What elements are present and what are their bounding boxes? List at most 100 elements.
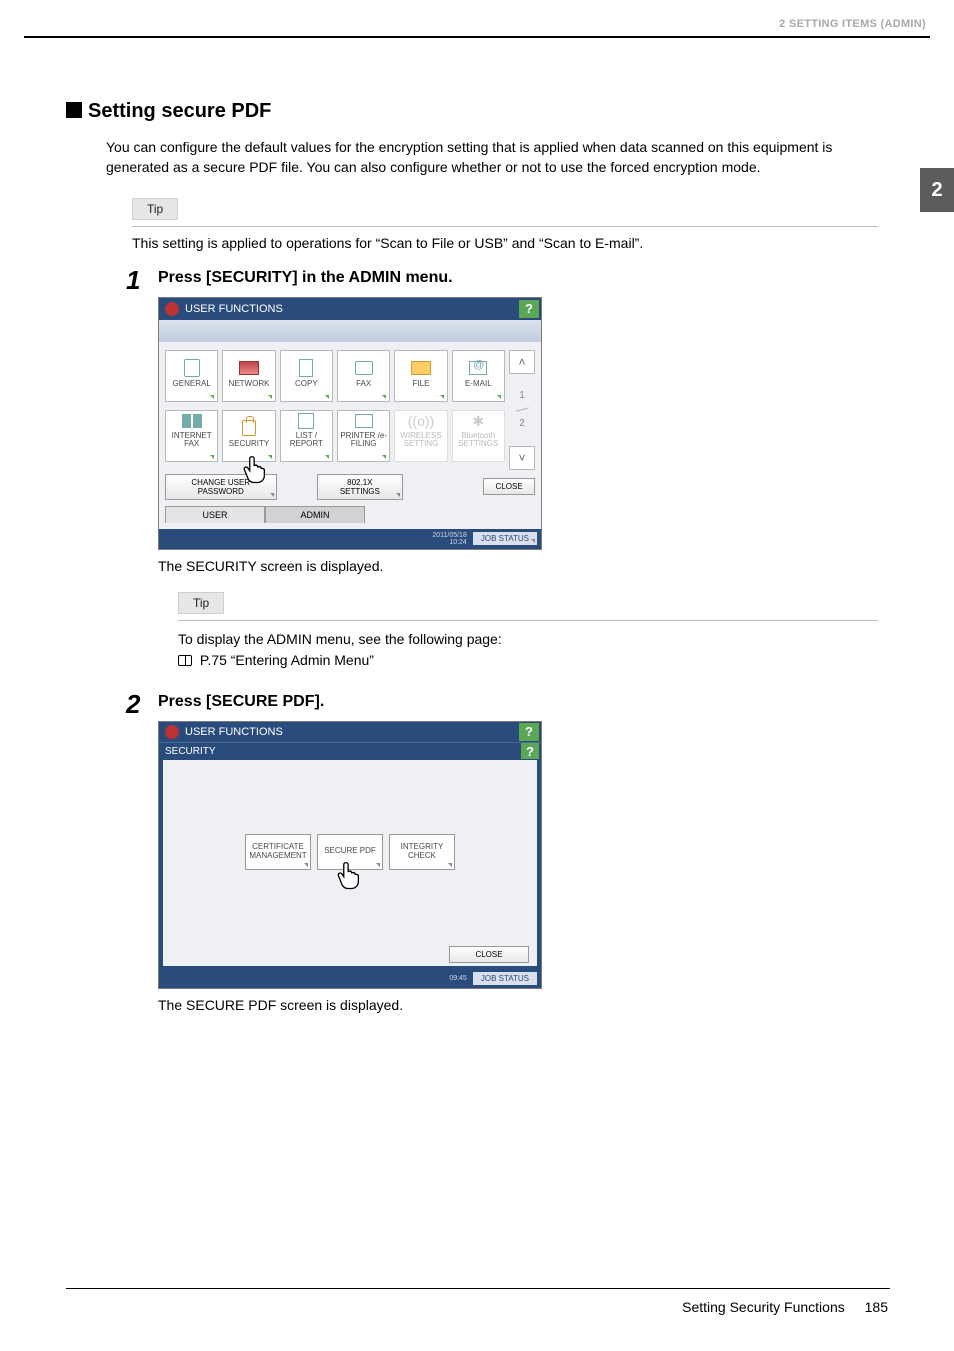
close-button[interactable]: CLOSE bbox=[483, 478, 535, 495]
printer-icon bbox=[355, 414, 373, 428]
screenshot-2: USER FUNCTIONS ? SECURITY ? CERTIFICATE … bbox=[158, 721, 886, 989]
job-status-button[interactable]: JOB STATUS bbox=[473, 972, 537, 985]
tip-label: Tip bbox=[132, 198, 178, 220]
gear-icon bbox=[165, 725, 179, 739]
list-icon bbox=[298, 413, 314, 429]
tab-user[interactable]: USER bbox=[165, 506, 265, 523]
item-label: E-MAIL bbox=[465, 380, 492, 388]
footer-section-title: Setting Security Functions bbox=[682, 1299, 845, 1315]
page-down-button[interactable]: ˅ bbox=[509, 446, 535, 470]
item-label: FILE bbox=[413, 380, 430, 388]
running-header: 2 SETTING ITEMS (ADMIN) bbox=[779, 18, 926, 30]
page-up-button[interactable]: ˄ bbox=[509, 350, 535, 374]
chevron-down-icon: ˅ bbox=[518, 451, 525, 465]
security-item-secure-pdf[interactable]: SECURE PDF bbox=[317, 834, 383, 870]
step-title: Press [SECURE PDF]. bbox=[158, 693, 886, 711]
tip-box-2: Tip bbox=[178, 592, 886, 614]
file-icon bbox=[411, 361, 431, 375]
item-label: Bluetooth SETTINGS bbox=[455, 432, 502, 449]
section-heading-text: Setting secure PDF bbox=[88, 100, 271, 122]
item-label: LIST / REPORT bbox=[283, 432, 330, 449]
admin-item-wireless: ((o))WIRELESS SETTING bbox=[394, 410, 447, 462]
admin-item-copy[interactable]: COPY bbox=[280, 350, 333, 402]
8021x-settings-button[interactable]: 802.1X SETTINGS bbox=[317, 474, 404, 500]
admin-item-fax[interactable]: FAX bbox=[337, 350, 390, 402]
admin-item-file[interactable]: FILE bbox=[394, 350, 447, 402]
tip-label: Tip bbox=[178, 592, 224, 614]
step-after-text: The SECURE PDF screen is displayed. bbox=[158, 997, 886, 1013]
ifax-icon bbox=[182, 414, 202, 428]
ss2-bottom-bar: CLOSE bbox=[159, 944, 541, 970]
ss1-row-2: INTERNET FAX SECURITY LIST / REPORT PRIN… bbox=[165, 410, 505, 462]
page-footer: Setting Security Functions 185 bbox=[682, 1299, 888, 1315]
tip-separator-2 bbox=[178, 620, 878, 621]
admin-item-list-report[interactable]: LIST / REPORT bbox=[280, 410, 333, 462]
section-heading: Setting secure PDF bbox=[66, 100, 886, 123]
change-user-password-button[interactable]: CHANGE USER PASSWORD bbox=[165, 474, 277, 500]
datetime: 09:45 bbox=[449, 975, 467, 982]
item-label: FAX bbox=[356, 380, 371, 388]
item-label: INTERNET FAX bbox=[168, 432, 215, 449]
datetime: 2011/05/1810:24 bbox=[432, 532, 467, 546]
close-button[interactable]: CLOSE bbox=[449, 946, 529, 963]
step-after-text: The SECURITY screen is displayed. bbox=[158, 558, 886, 574]
copy-icon bbox=[299, 359, 313, 377]
item-label: SECURE PDF bbox=[324, 847, 376, 856]
ss1-body: GENERAL NETWORK COPY FAX FILE E-MAIL INT… bbox=[159, 342, 541, 529]
email-icon bbox=[469, 361, 487, 375]
admin-item-security[interactable]: SECURITY bbox=[222, 410, 275, 462]
item-label: COPY bbox=[295, 380, 318, 388]
ss2-body: CERTIFICATE MANAGEMENT SECURE PDF INTEGR… bbox=[159, 760, 541, 944]
item-label: PRINTER /e-FILING bbox=[340, 432, 387, 449]
tip-text: This setting is applied to operations fo… bbox=[132, 235, 886, 251]
square-bullet-icon bbox=[66, 102, 82, 118]
ss2-footer: 09:45 JOB STATUS bbox=[159, 970, 541, 988]
item-label: NETWORK bbox=[229, 380, 270, 388]
bluetooth-icon: ✱ bbox=[472, 414, 484, 429]
admin-item-email[interactable]: E-MAIL bbox=[452, 350, 505, 402]
ss1-footer: 2011/05/1810:24 JOB STATUS bbox=[159, 529, 541, 549]
page-indicator: 1 2 bbox=[509, 378, 535, 442]
step-number: 2 bbox=[126, 689, 140, 720]
help-icon[interactable]: ? bbox=[519, 300, 539, 318]
book-icon bbox=[178, 655, 192, 666]
tip2-line2: P.75 “Entering Admin Menu” bbox=[196, 652, 374, 668]
help-icon[interactable]: ? bbox=[521, 743, 539, 759]
tip-text-2: To display the ADMIN menu, see the follo… bbox=[178, 629, 886, 671]
job-status-button[interactable]: JOB STATUS bbox=[473, 532, 537, 545]
chevron-up-icon: ˄ bbox=[518, 355, 525, 369]
button-label: JOB STATUS bbox=[481, 974, 529, 983]
tip-separator bbox=[132, 226, 878, 227]
item-label: SECURITY bbox=[229, 440, 269, 448]
step-2: 2 Press [SECURE PDF]. USER FUNCTIONS ? S… bbox=[66, 693, 886, 1013]
ss1-tabs: USER ADMIN bbox=[165, 506, 535, 523]
item-label: WIRELESS SETTING bbox=[397, 432, 444, 449]
help-icon[interactable]: ? bbox=[519, 723, 539, 741]
admin-item-bluetooth: ✱ Bluetooth SETTINGS bbox=[452, 410, 505, 462]
page-1-label: 1 bbox=[519, 390, 525, 401]
admin-item-internet-fax[interactable]: INTERNET FAX bbox=[165, 410, 218, 462]
button-label: 802.1X SETTINGS bbox=[340, 478, 380, 496]
button-label: CHANGE USER PASSWORD bbox=[191, 478, 250, 496]
network-icon bbox=[239, 361, 259, 375]
footer-page-number: 185 bbox=[865, 1299, 888, 1315]
admin-item-general[interactable]: GENERAL bbox=[165, 350, 218, 402]
admin-item-printer-efiling[interactable]: PRINTER /e-FILING bbox=[337, 410, 390, 462]
admin-item-network[interactable]: NETWORK bbox=[222, 350, 275, 402]
security-item-certificate-mgmt[interactable]: CERTIFICATE MANAGEMENT bbox=[245, 834, 311, 870]
tab-admin[interactable]: ADMIN bbox=[265, 506, 365, 523]
section-intro: You can configure the default values for… bbox=[106, 137, 886, 178]
item-label: INTEGRITY CHECK bbox=[392, 843, 452, 861]
ss2-subtitle-text: SECURITY bbox=[165, 746, 216, 757]
button-label: JOB STATUS bbox=[481, 534, 529, 543]
security-item-integrity-check[interactable]: INTEGRITY CHECK bbox=[389, 834, 455, 870]
ss1-titlebar: USER FUNCTIONS ? bbox=[159, 298, 541, 320]
ss2-title-text: USER FUNCTIONS bbox=[185, 726, 283, 738]
step-number: 1 bbox=[126, 265, 140, 296]
step-1: 1 Press [SECURITY] in the ADMIN menu. US… bbox=[66, 269, 886, 671]
button-label: CLOSE bbox=[496, 482, 523, 491]
chapter-tab: 2 bbox=[920, 168, 954, 212]
tip2-line1: To display the ADMIN menu, see the follo… bbox=[178, 631, 502, 647]
step-title: Press [SECURITY] in the ADMIN menu. bbox=[158, 269, 886, 287]
page-2-label: 2 bbox=[519, 418, 525, 429]
